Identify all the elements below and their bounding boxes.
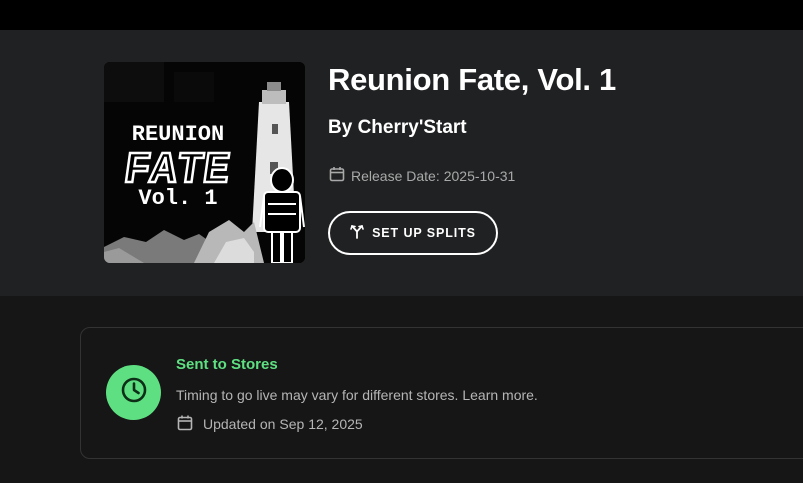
cover-title-line3: Vol. 1 (138, 186, 217, 211)
release-title: Reunion Fate, Vol. 1 (328, 62, 616, 97)
split-icon (350, 224, 364, 242)
learn-more-link[interactable]: Learn more. (462, 387, 537, 403)
release-artist: By Cherry'Start (328, 117, 467, 138)
calendar-icon (177, 414, 193, 434)
cover-title-line1: REUNION (132, 122, 224, 147)
album-cover: REUNION FATE Vol. 1 (104, 62, 305, 263)
status-description: Timing to go live may vary for different… (176, 387, 538, 403)
set-up-splits-label: SET UP SPLITS (372, 226, 476, 240)
release-status-card: Sent to Stores Timing to go live may var… (80, 327, 803, 459)
clock-icon (120, 376, 148, 409)
updated-date: Sep 12, 2025 (279, 416, 363, 432)
release-date-row: Release Date: 2025-10-31 (329, 166, 515, 185)
release-date-value: 2025-10-31 (443, 167, 516, 184)
release-date-label: Release Date: (351, 167, 440, 184)
status-description-text: Timing to go live may vary for different… (176, 387, 459, 403)
status-indicator (106, 365, 161, 420)
set-up-splits-button[interactable]: SET UP SPLITS (328, 211, 498, 255)
status-updated-row: Updated on Sep 12, 2025 (177, 414, 363, 434)
updated-label: Updated on (203, 416, 276, 432)
status-title: Sent to Stores (176, 356, 278, 373)
calendar-icon (329, 166, 345, 185)
top-bar (0, 0, 803, 30)
